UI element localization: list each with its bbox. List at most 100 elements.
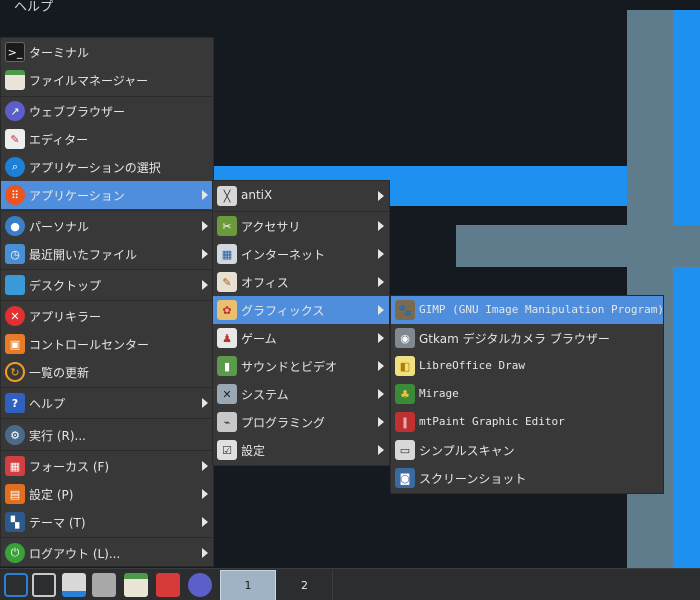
menu-item-label: アプリケーション	[29, 189, 125, 203]
menu-item-label: オフィス	[241, 276, 289, 290]
office-icon: ✎	[217, 272, 237, 292]
submenu-arrow-icon	[202, 461, 208, 471]
gimp-icon: 🐾	[395, 300, 415, 320]
menu-item-label: ターミナル	[29, 46, 90, 60]
submenu-arrow-icon	[202, 398, 208, 408]
menu-item-label: 設定 (P)	[29, 488, 74, 502]
menu-item-mtpaint[interactable]: ∥ mtPaint Graphic Editor	[391, 408, 663, 436]
menu-item-graphics[interactable]: ✿ グラフィックス	[213, 296, 389, 324]
menu-item-run[interactable]: ⚙ 実行 (R)...	[1, 421, 213, 449]
menu-item-help[interactable]: ? ヘルプ	[1, 389, 213, 417]
menu-item-programming[interactable]: ⌁ プログラミング	[213, 408, 389, 436]
menu-item-label: グラフィックス	[241, 304, 325, 318]
menu-item-label: シンプルスキャン	[419, 444, 515, 458]
menu-item-libreoffice-draw[interactable]: ◧ LibreOffice Draw	[391, 352, 663, 380]
sound-video-icon: ▮	[217, 356, 237, 376]
menu-item-app-killer[interactable]: ✕ アプリキラー	[1, 302, 213, 330]
wallpaper-grey-bar	[456, 225, 700, 267]
menu-item-label: ゲーム	[241, 332, 277, 346]
file-manager-launcher-icon[interactable]	[124, 573, 148, 597]
menu-item-focus[interactable]: ▦ フォーカス (F)	[1, 452, 213, 480]
menu-item-settings[interactable]: ▤ 設定 (P)	[1, 480, 213, 508]
menu-item-label: アプリケーションの選択	[29, 161, 161, 175]
menu-separator	[1, 387, 213, 388]
menu-item-label: GIMP (GNU Image Manipulation Program)	[419, 303, 665, 316]
menu-item-personal[interactable]: ● パーソナル	[1, 212, 213, 240]
menu-item-label: ヘルプ	[29, 397, 66, 411]
submenu-arrow-icon	[378, 305, 384, 315]
menu-item-internet[interactable]: ▦ インターネット	[213, 240, 389, 268]
menu-item-gimp[interactable]: 🐾 GIMP (GNU Image Manipulation Program)	[391, 296, 665, 324]
theme-icon: ▚	[5, 512, 25, 532]
menu-separator	[1, 210, 213, 211]
menu-item-recent-files[interactable]: ◷ 最近開いたファイル	[1, 240, 213, 268]
libreoffice-draw-icon: ◧	[395, 356, 415, 376]
preferences-icon: ☑	[217, 440, 237, 460]
menu-item-label: アプリキラー	[29, 310, 102, 324]
folder-icon[interactable]	[156, 573, 180, 597]
menu-separator	[1, 537, 213, 538]
menu-item-refresh-list[interactable]: ↻ 一覧の更新	[1, 358, 213, 386]
workspace-1[interactable]: 1	[220, 570, 276, 600]
start-menu-icon[interactable]	[4, 573, 28, 597]
control-center-icon: ▣	[5, 334, 25, 354]
app-killer-icon: ✕	[5, 306, 25, 326]
web-browser-icon: ↗	[5, 101, 25, 121]
menu-item-terminal[interactable]: >_ ターミナル	[1, 38, 213, 66]
menu-item-preferences[interactable]: ☑ 設定	[213, 436, 389, 464]
menu-item-file-manager[interactable]: ファイルマネージャー	[1, 66, 213, 94]
menu-item-label: 一覧の更新	[29, 366, 90, 380]
menu-item-label: スクリーンショット	[419, 472, 527, 486]
menu-item-label: システム	[241, 388, 289, 402]
graphics-submenu: 🐾 GIMP (GNU Image Manipulation Program) …	[390, 295, 664, 494]
submenu-arrow-icon	[202, 280, 208, 290]
menu-item-antix[interactable]: ╳ antiX	[213, 182, 389, 210]
menu-item-system[interactable]: ✕ システム	[213, 380, 389, 408]
main-menu: >_ ターミナル ファイルマネージャー ↗ ウェブブラウザー ✎ エディター ⌕…	[0, 37, 214, 567]
menu-item-label: ログアウト (L)...	[29, 547, 121, 561]
recent-files-icon: ◷	[5, 244, 25, 264]
menu-item-simple-scan[interactable]: ▭ シンプルスキャン	[391, 436, 663, 464]
menu-item-accessories[interactable]: ✂ アクセサリ	[213, 212, 389, 240]
submenu-arrow-icon	[202, 489, 208, 499]
mirage-icon: ♣	[395, 384, 415, 404]
submenu-arrow-icon	[202, 221, 208, 231]
submenu-arrow-icon	[378, 249, 384, 259]
editor-icon: ✎	[5, 129, 25, 149]
screenshot-icon: ◙	[395, 468, 415, 488]
top-help-label: ヘルプ	[14, 0, 54, 15]
menu-item-label: エディター	[29, 133, 89, 147]
menu-item-editor[interactable]: ✎ エディター	[1, 125, 213, 153]
menu-item-theme[interactable]: ▚ テーマ (T)	[1, 508, 213, 536]
menu-item-mirage[interactable]: ♣ Mirage	[391, 380, 663, 408]
menu-item-label: インターネット	[241, 248, 326, 262]
taskbar: 1 2	[0, 568, 700, 600]
menu-item-sound-video[interactable]: ▮ サウンドとビデオ	[213, 352, 389, 380]
submenu-arrow-icon	[378, 333, 384, 343]
app-select-icon: ⌕	[5, 157, 25, 177]
eject-icon[interactable]	[92, 573, 116, 597]
menu-item-games[interactable]: ♟ ゲーム	[213, 324, 389, 352]
menu-item-label: ウェブブラウザー	[29, 105, 126, 119]
windows-icon[interactable]	[32, 573, 56, 597]
workspace-2[interactable]: 2	[277, 570, 333, 600]
menu-item-web-browser[interactable]: ↗ ウェブブラウザー	[1, 97, 213, 125]
menu-separator	[1, 300, 213, 301]
menu-separator	[1, 450, 213, 451]
menu-item-gtkam[interactable]: ◉ Gtkam デジタルカメラ ブラウザー	[391, 324, 663, 352]
menu-item-control-center[interactable]: ▣ コントロールセンター	[1, 330, 213, 358]
menu-item-applications[interactable]: ⠿ アプリケーション	[1, 181, 213, 209]
menu-item-screenshot[interactable]: ◙ スクリーンショット	[391, 464, 663, 492]
menu-item-app-select[interactable]: ⌕ アプリケーションの選択	[1, 153, 213, 181]
menu-item-label: 設定	[241, 444, 266, 458]
menu-item-office[interactable]: ✎ オフィス	[213, 268, 389, 296]
menu-item-logout[interactable]: ⏻ ログアウト (L)...	[1, 539, 213, 567]
programming-icon: ⌁	[217, 412, 237, 432]
menu-item-label: Mirage	[419, 387, 459, 400]
menu-item-desktop[interactable]: デスクトップ	[1, 271, 213, 299]
package-installer-icon[interactable]	[62, 573, 86, 597]
submenu-arrow-icon	[378, 221, 384, 231]
web-browser-launcher-icon[interactable]	[188, 573, 212, 597]
menu-item-label: デスクトップ	[29, 279, 102, 293]
refresh-list-icon: ↻	[5, 362, 25, 382]
